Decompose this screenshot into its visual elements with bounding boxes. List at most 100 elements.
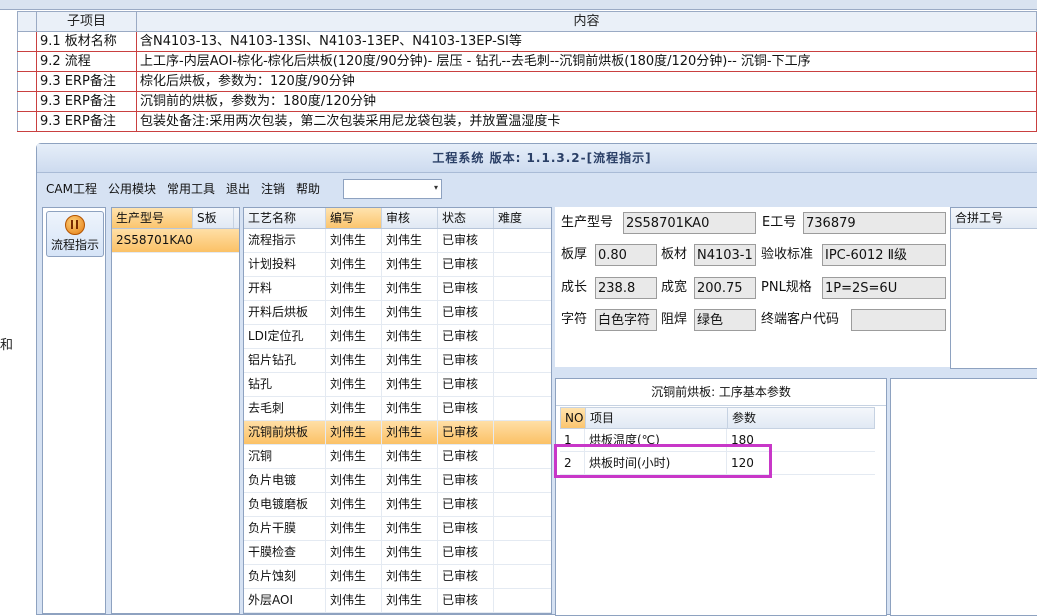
row-selector[interactable] bbox=[17, 31, 37, 52]
process-row[interactable]: 铝片钻孔 刘伟生 刘伟生 已审核 bbox=[244, 349, 551, 373]
cell-reviewer[interactable]: 刘伟生 bbox=[382, 253, 438, 276]
cell-status[interactable]: 已审核 bbox=[438, 445, 494, 468]
process-row[interactable]: 钻孔 刘伟生 刘伟生 已审核 bbox=[244, 373, 551, 397]
process-row[interactable]: 沉铜前烘板 刘伟生 刘伟生 已审核 bbox=[244, 421, 551, 445]
cell-writer[interactable]: 刘伟生 bbox=[326, 517, 382, 540]
cell-difficulty[interactable] bbox=[494, 397, 538, 420]
cell-process-name[interactable]: 计划投料 bbox=[244, 253, 326, 276]
cell-difficulty[interactable] bbox=[494, 469, 538, 492]
cell-reviewer[interactable]: 刘伟生 bbox=[382, 301, 438, 324]
cell-difficulty[interactable] bbox=[494, 421, 538, 444]
cell-reviewer[interactable]: 刘伟生 bbox=[382, 229, 438, 252]
cell-status[interactable]: 已审核 bbox=[438, 421, 494, 444]
field-e-number[interactable]: 736879 bbox=[803, 212, 946, 234]
cell-writer[interactable]: 刘伟生 bbox=[326, 301, 382, 324]
cell-item[interactable]: 9.3 ERP备注 bbox=[36, 111, 137, 132]
row-selector[interactable] bbox=[17, 91, 37, 112]
cell-difficulty[interactable] bbox=[494, 373, 538, 396]
cell-reviewer[interactable]: 刘伟生 bbox=[382, 565, 438, 588]
cell-writer[interactable]: 刘伟生 bbox=[326, 541, 382, 564]
cell-status[interactable]: 已审核 bbox=[438, 469, 494, 492]
process-row[interactable]: 沉铜 刘伟生 刘伟生 已审核 bbox=[244, 445, 551, 469]
cell-process-name[interactable]: 负片电镀 bbox=[244, 469, 326, 492]
cell-difficulty[interactable] bbox=[494, 301, 538, 324]
cell-writer[interactable]: 刘伟生 bbox=[326, 253, 382, 276]
cell-writer[interactable]: 刘伟生 bbox=[326, 469, 382, 492]
cell-writer[interactable]: 刘伟生 bbox=[326, 565, 382, 588]
header-writer[interactable]: 编写 bbox=[326, 208, 382, 228]
cell-writer[interactable]: 刘伟生 bbox=[326, 373, 382, 396]
process-row[interactable]: 负片干膜 刘伟生 刘伟生 已审核 bbox=[244, 517, 551, 541]
header-s-board[interactable]: S板 bbox=[193, 208, 234, 228]
cell-content[interactable]: 含N4103-13、N4103-13SI、N4103-13EP、N4103-13… bbox=[136, 31, 1037, 52]
header-process-name[interactable]: 工艺名称 bbox=[244, 208, 326, 228]
process-row[interactable]: 计划投料 刘伟生 刘伟生 已审核 bbox=[244, 253, 551, 277]
cell-process-name[interactable]: 负电镀磨板 bbox=[244, 493, 326, 516]
field-mask[interactable]: 绿色 bbox=[694, 309, 756, 331]
table-corner[interactable] bbox=[17, 11, 37, 32]
cell-status[interactable]: 已审核 bbox=[438, 301, 494, 324]
cell-content[interactable]: 棕化后烘板，参数为：120度/90分钟 bbox=[136, 71, 1037, 92]
cell-status[interactable]: 已审核 bbox=[438, 253, 494, 276]
header-reviewer[interactable]: 审核 bbox=[382, 208, 438, 228]
cell-reviewer[interactable]: 刘伟生 bbox=[382, 349, 438, 372]
cell-writer[interactable]: 刘伟生 bbox=[326, 349, 382, 372]
process-row[interactable]: 开料后烘板 刘伟生 刘伟生 已审核 bbox=[244, 301, 551, 325]
cell-process-name[interactable]: 干膜检查 bbox=[244, 541, 326, 564]
table-row[interactable]: 9.3 ERP备注 棕化后烘板，参数为：120度/90分钟 bbox=[17, 71, 1037, 92]
cell-process-name[interactable]: 沉铜 bbox=[244, 445, 326, 468]
cell-reviewer[interactable]: 刘伟生 bbox=[382, 325, 438, 348]
cell-status[interactable]: 已审核 bbox=[438, 493, 494, 516]
cell-status[interactable]: 已审核 bbox=[438, 373, 494, 396]
cell-status[interactable]: 已审核 bbox=[438, 517, 494, 540]
cell-process-name[interactable]: 开料后烘板 bbox=[244, 301, 326, 324]
cell-status[interactable]: 已审核 bbox=[438, 397, 494, 420]
header-combine-number[interactable]: 合拼工号 bbox=[951, 208, 1037, 229]
process-row[interactable]: 负电镀磨板 刘伟生 刘伟生 已审核 bbox=[244, 493, 551, 517]
cell-item[interactable]: 9.2 流程 bbox=[36, 51, 137, 72]
cell-reviewer[interactable]: 刘伟生 bbox=[382, 445, 438, 468]
cell-status[interactable]: 已审核 bbox=[438, 541, 494, 564]
cell-writer[interactable]: 刘伟生 bbox=[326, 277, 382, 300]
cell-difficulty[interactable] bbox=[494, 445, 538, 468]
model-row[interactable]: 2S58701KA0 bbox=[112, 229, 239, 253]
menu-help[interactable]: 帮助 bbox=[296, 180, 320, 197]
cell-process-name[interactable]: 负片干膜 bbox=[244, 517, 326, 540]
field-length[interactable]: 238.8 bbox=[595, 277, 657, 299]
process-row[interactable]: 去毛刺 刘伟生 刘伟生 已审核 bbox=[244, 397, 551, 421]
field-customer-code[interactable] bbox=[851, 309, 946, 331]
cell-difficulty[interactable] bbox=[494, 325, 538, 348]
field-char[interactable]: 白色字符 bbox=[595, 309, 657, 331]
cell-writer[interactable]: 刘伟生 bbox=[326, 589, 382, 612]
process-row[interactable]: 流程指示 刘伟生 刘伟生 已审核 bbox=[244, 229, 551, 253]
cell-reviewer[interactable]: 刘伟生 bbox=[382, 541, 438, 564]
field-standard[interactable]: IPC-6012 Ⅱ级 bbox=[822, 244, 946, 266]
flow-instruction-button[interactable]: 流程指示 bbox=[46, 211, 104, 257]
process-row[interactable]: 外层AOI 刘伟生 刘伟生 已审核 bbox=[244, 589, 551, 613]
field-pnl[interactable]: 1P=2S=6U bbox=[822, 277, 946, 299]
cell-status[interactable]: 已审核 bbox=[438, 229, 494, 252]
table-row[interactable]: 9.1 板材名称 含N4103-13、N4103-13SI、N4103-13EP… bbox=[17, 31, 1037, 52]
row-selector[interactable] bbox=[17, 51, 37, 72]
menu-common-module[interactable]: 公用模块 bbox=[108, 180, 156, 197]
cell-process-name[interactable]: 负片蚀刻 bbox=[244, 565, 326, 588]
cell-reviewer[interactable]: 刘伟生 bbox=[382, 589, 438, 612]
cell-process-name[interactable]: 阻焊塞孔 bbox=[244, 613, 326, 614]
cell-difficulty[interactable] bbox=[494, 517, 538, 540]
menu-exit[interactable]: 退出 bbox=[226, 180, 250, 197]
menu-combo-select[interactable]: ▾ bbox=[343, 179, 442, 199]
cell-process-name[interactable]: 铝片钻孔 bbox=[244, 349, 326, 372]
cell-process-name[interactable]: LDI定位孔 bbox=[244, 325, 326, 348]
cell-item[interactable]: 9.3 ERP备注 bbox=[36, 71, 137, 92]
cell-writer[interactable]: 刘伟生 bbox=[326, 613, 382, 614]
header-model[interactable]: 生产型号 bbox=[112, 208, 193, 228]
field-model[interactable]: 2S58701KA0 bbox=[623, 212, 756, 234]
process-row[interactable]: LDI定位孔 刘伟生 刘伟生 已审核 bbox=[244, 325, 551, 349]
row-selector[interactable] bbox=[17, 111, 37, 132]
cell-difficulty[interactable] bbox=[494, 277, 538, 300]
cell-status[interactable]: 已审核 bbox=[438, 277, 494, 300]
cell-difficulty[interactable] bbox=[494, 253, 538, 276]
table-row[interactable]: 9.3 ERP备注 包装处备注:采用两次包装，第二次包装采用尼龙袋包装，并放置温… bbox=[17, 111, 1037, 132]
process-row[interactable]: 负片电镀 刘伟生 刘伟生 已审核 bbox=[244, 469, 551, 493]
cell-reviewer[interactable]: 刘伟生 bbox=[382, 517, 438, 540]
